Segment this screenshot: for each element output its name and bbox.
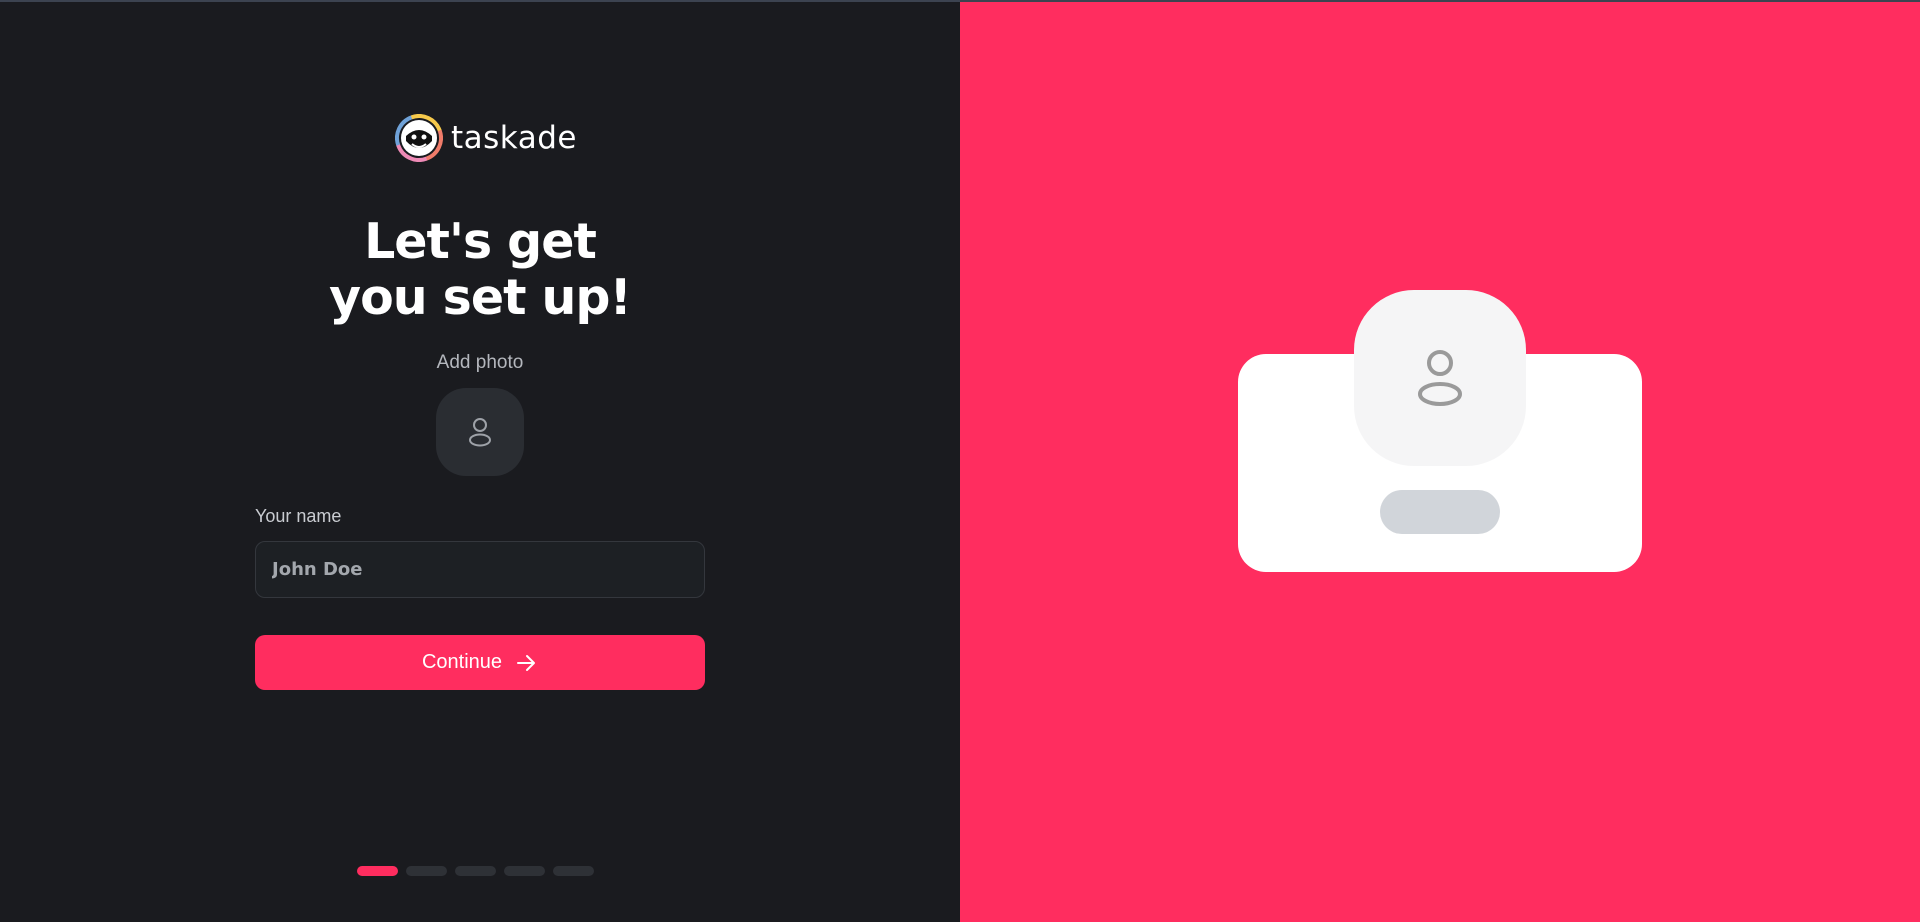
taskade-logo-icon	[395, 114, 443, 162]
brand-name: taskade	[451, 120, 577, 156]
page-title-line-2: you set up!	[329, 269, 632, 326]
profile-preview-panel	[960, 2, 1920, 922]
page-title: Let's get you set up!	[280, 214, 680, 326]
name-input[interactable]	[255, 541, 705, 598]
step-indicator-4	[504, 866, 545, 876]
brand-logo: taskade	[395, 114, 577, 162]
user-icon	[469, 418, 491, 447]
step-indicator-2	[406, 866, 447, 876]
step-indicator-5	[553, 866, 594, 876]
continue-button[interactable]: Continue	[255, 635, 705, 690]
arrow-right-icon	[517, 654, 536, 671]
profile-preview-name-placeholder	[1380, 490, 1500, 534]
add-photo-button[interactable]	[436, 388, 524, 476]
step-indicator-3	[455, 866, 496, 876]
page-title-line-1: Let's get	[364, 213, 597, 270]
add-photo-label: Add photo	[436, 352, 524, 373]
progress-stepper	[357, 866, 594, 876]
name-field-label: Your name	[255, 506, 342, 526]
step-indicator-1	[357, 866, 398, 876]
setup-form-panel: taskade Let's get you set up! Add photo …	[0, 2, 960, 922]
profile-preview-avatar	[1354, 290, 1526, 466]
user-icon	[1418, 350, 1462, 406]
continue-button-label: Continue	[421, 651, 503, 673]
